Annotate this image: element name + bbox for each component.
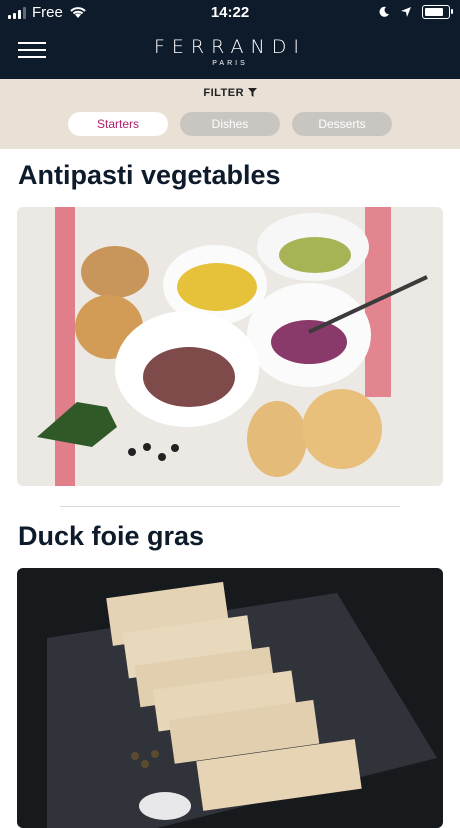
filter-bar: FILTER Starters Dishes Desserts xyxy=(0,79,460,149)
brand-sub: PARIS xyxy=(212,60,248,67)
brand-logo: FERRANDI PARIS xyxy=(0,36,460,67)
tab-starters[interactable]: Starters xyxy=(68,112,168,136)
status-right xyxy=(378,5,453,19)
filter-label: FILTER xyxy=(203,87,245,99)
recipe-photo[interactable] xyxy=(17,568,443,828)
antipasti-photo xyxy=(17,207,443,486)
location-arrow-icon xyxy=(401,7,411,17)
moon-icon xyxy=(379,6,389,17)
recipe-title[interactable]: Antipasti vegetables xyxy=(18,160,281,191)
app-header: FERRANDI PARIS xyxy=(0,26,460,79)
recipe-title[interactable]: Duck foie gras xyxy=(18,521,204,552)
filter-button[interactable]: FILTER xyxy=(0,87,460,99)
card-divider xyxy=(60,506,400,507)
recipe-photo[interactable] xyxy=(17,207,443,486)
category-tabs: Starters Dishes Desserts xyxy=(68,112,392,136)
funnel-icon xyxy=(247,88,257,97)
tab-desserts[interactable]: Desserts xyxy=(292,112,392,136)
status-bar: Free 14:22 xyxy=(0,0,460,26)
brand-name: FERRANDI xyxy=(153,36,306,58)
tab-dishes[interactable]: Dishes xyxy=(180,112,280,136)
battery-icon xyxy=(422,5,453,19)
foie-gras-photo xyxy=(17,568,443,828)
